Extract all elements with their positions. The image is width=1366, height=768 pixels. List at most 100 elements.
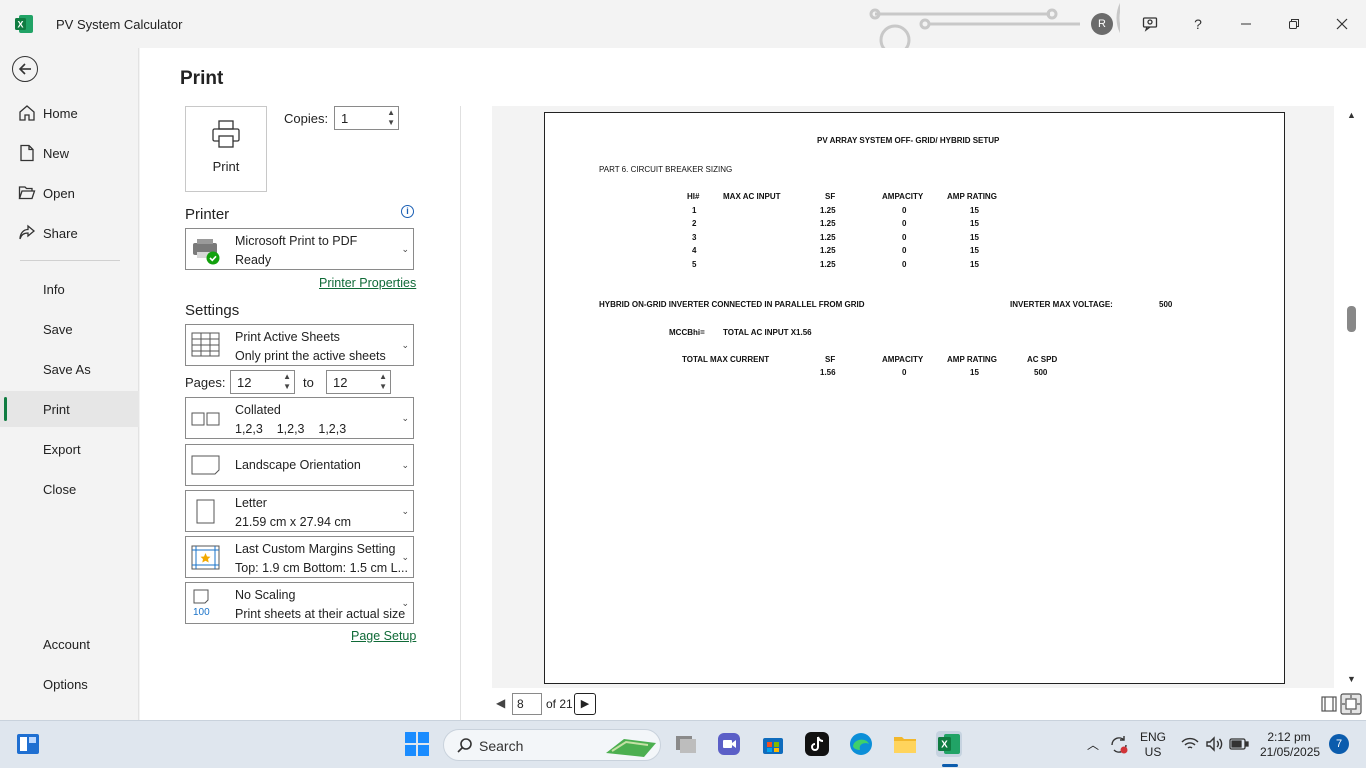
taskbar-search-box[interactable]: Search bbox=[443, 729, 661, 761]
table-cell: 1.25 bbox=[820, 233, 836, 242]
stepper-arrows-icon[interactable]: ▲ ▼ bbox=[283, 372, 291, 392]
sidebar-item-label: Close bbox=[43, 481, 77, 497]
print-panel: Print Print Copies: 1 ▲ ▼ Printer i Micro… bbox=[140, 48, 1366, 720]
scroll-thumb[interactable] bbox=[1347, 306, 1356, 332]
user-avatar[interactable]: R bbox=[1091, 13, 1113, 35]
print-button[interactable]: Print bbox=[185, 106, 267, 192]
sidebar-divider bbox=[20, 260, 120, 261]
backstage-sidebar: Home New Open Share Info Save Save As Pr… bbox=[0, 48, 139, 720]
print-what-dropdown[interactable]: Print Active Sheets Only print the activ… bbox=[185, 324, 414, 366]
show-hidden-icons-icon[interactable]: ︿ bbox=[1087, 736, 1099, 753]
table-cell: 1 bbox=[692, 206, 697, 215]
back-arrow-icon[interactable] bbox=[12, 56, 38, 82]
show-margins-icon[interactable] bbox=[1318, 693, 1340, 715]
preview-page: PV ARRAY SYSTEM OFF- GRID/ HYBRID SETUP … bbox=[544, 112, 1285, 684]
sidebar-item-new[interactable]: New bbox=[0, 135, 139, 171]
task-view-icon[interactable] bbox=[673, 731, 699, 757]
sidebar-item-options[interactable]: Options bbox=[0, 666, 139, 702]
sidebar-item-save[interactable]: Save bbox=[0, 311, 139, 347]
sidebar-item-print[interactable]: Print bbox=[0, 391, 139, 427]
help-icon[interactable]: ? bbox=[1186, 12, 1210, 36]
sidebar-item-account[interactable]: Account bbox=[0, 626, 139, 662]
coauthoring-icon[interactable] bbox=[1138, 12, 1162, 36]
tiktok-icon[interactable] bbox=[804, 731, 830, 757]
sheets-grid-icon bbox=[191, 332, 220, 357]
taskbar: Search X ︿ ENG US 2:12 pm 21/05/2025 7 bbox=[0, 720, 1366, 768]
current-page-input[interactable]: 8 bbox=[512, 693, 542, 715]
settings-heading: Settings bbox=[185, 302, 240, 319]
excel-app-icon: X bbox=[15, 15, 33, 33]
table-cell: 0 bbox=[902, 260, 907, 269]
windows-start-icon[interactable] bbox=[404, 731, 430, 757]
notification-badge[interactable]: 7 bbox=[1329, 734, 1349, 754]
clock[interactable]: 2:12 pm 21/05/2025 bbox=[1260, 730, 1320, 760]
scroll-down-icon[interactable]: ▼ bbox=[1347, 674, 1356, 684]
collate-title: Collated bbox=[235, 403, 281, 417]
preview-scrollbar[interactable]: ▲ ▼ bbox=[1342, 106, 1362, 688]
restore-icon[interactable] bbox=[1282, 12, 1306, 36]
printer-properties-link[interactable]: Printer Properties bbox=[319, 276, 416, 290]
volume-icon[interactable] bbox=[1205, 736, 1223, 752]
table-cell: 1.25 bbox=[820, 246, 836, 255]
margins-subtitle: Top: 1.9 cm Bottom: 1.5 cm L... bbox=[235, 561, 408, 575]
sidebar-item-close[interactable]: Close bbox=[0, 471, 139, 507]
sidebar-item-label: Print bbox=[43, 401, 70, 417]
svg-text:X: X bbox=[941, 740, 948, 751]
pages-to-input[interactable]: 12 ▲ ▼ bbox=[326, 370, 391, 394]
collate-dropdown[interactable]: Collated 1,2,3 1,2,3 1,2,3 ⌄ bbox=[185, 397, 414, 439]
sidebar-item-save-as[interactable]: Save As bbox=[0, 351, 139, 387]
pages-from-input[interactable]: 12 ▲ ▼ bbox=[230, 370, 295, 394]
microsoft-store-icon[interactable] bbox=[760, 731, 786, 757]
mcc-formula: TOTAL AC INPUT X1.56 bbox=[723, 328, 812, 337]
table-cell: 15 bbox=[970, 246, 979, 255]
sidebar-item-home[interactable]: Home bbox=[0, 95, 139, 131]
close-window-icon[interactable] bbox=[1330, 12, 1354, 36]
stepper-arrows-icon[interactable]: ▲ ▼ bbox=[387, 108, 395, 128]
table-cell: 15 bbox=[970, 233, 979, 242]
sidebar-item-label: Save As bbox=[43, 361, 91, 377]
printer-dropdown[interactable]: Microsoft Print to PDF Ready ⌄ bbox=[185, 228, 414, 270]
sidebar-item-label: Save bbox=[43, 321, 73, 337]
table-header: SF bbox=[825, 192, 836, 201]
margins-title: Last Custom Margins Setting bbox=[235, 542, 396, 556]
scaling-dropdown[interactable]: 100 No Scaling Print sheets at their act… bbox=[185, 582, 414, 624]
orientation-dropdown[interactable]: Landscape Orientation ⌄ bbox=[185, 444, 414, 486]
chevron-down-icon: ⌄ bbox=[401, 460, 409, 470]
sync-icon[interactable] bbox=[1108, 735, 1130, 755]
file-explorer-icon[interactable] bbox=[892, 731, 918, 757]
sidebar-item-share[interactable]: Share bbox=[0, 215, 139, 251]
next-page-icon[interactable]: ▶ bbox=[574, 693, 596, 715]
part-heading: PART 6. CIRCUIT BREAKER SIZING bbox=[599, 165, 733, 174]
margins-dropdown[interactable]: Last Custom Margins Setting Top: 1.9 cm … bbox=[185, 536, 414, 578]
widgets-icon[interactable] bbox=[15, 731, 41, 757]
copies-label: Copies: bbox=[284, 111, 329, 126]
stepper-arrows-icon[interactable]: ▲ ▼ bbox=[379, 372, 387, 392]
sidebar-item-export[interactable]: Export bbox=[0, 431, 139, 467]
print-what-subtitle: Only print the active sheets bbox=[235, 349, 386, 363]
edge-browser-icon[interactable] bbox=[848, 731, 874, 757]
language-indicator[interactable]: ENG US bbox=[1140, 730, 1166, 760]
battery-icon[interactable] bbox=[1229, 737, 1249, 751]
copies-stepper[interactable]: 1 ▲ ▼ bbox=[334, 106, 399, 130]
search-icon bbox=[457, 738, 472, 753]
info-icon[interactable]: i bbox=[401, 205, 414, 218]
zoom-to-page-icon[interactable] bbox=[1340, 693, 1362, 715]
hybrid-label: HYBRID ON-GRID INVERTER CONNECTED IN PAR… bbox=[599, 300, 865, 309]
copies-value: 1 bbox=[341, 111, 349, 126]
table-header: AMPACITY bbox=[882, 355, 924, 364]
page-setup-link[interactable]: Page Setup bbox=[351, 629, 416, 643]
table-cell: 1.25 bbox=[820, 206, 836, 215]
wifi-icon[interactable] bbox=[1181, 736, 1199, 752]
table-cell: 0 bbox=[902, 368, 907, 377]
table-cell: 3 bbox=[692, 233, 697, 242]
paper-size-dropdown[interactable]: Letter 21.59 cm x 27.94 cm ⌄ bbox=[185, 490, 414, 532]
minimize-icon[interactable] bbox=[1234, 12, 1258, 36]
panel-divider bbox=[460, 106, 461, 720]
sidebar-item-info[interactable]: Info bbox=[0, 271, 139, 307]
excel-taskbar-icon[interactable]: X bbox=[936, 731, 962, 757]
printer-ready-icon bbox=[193, 239, 220, 265]
scroll-up-icon[interactable]: ▲ bbox=[1347, 110, 1356, 120]
video-call-icon[interactable] bbox=[716, 731, 742, 757]
sidebar-item-open[interactable]: Open bbox=[0, 175, 139, 211]
previous-page-icon[interactable]: ◀ bbox=[496, 696, 505, 710]
